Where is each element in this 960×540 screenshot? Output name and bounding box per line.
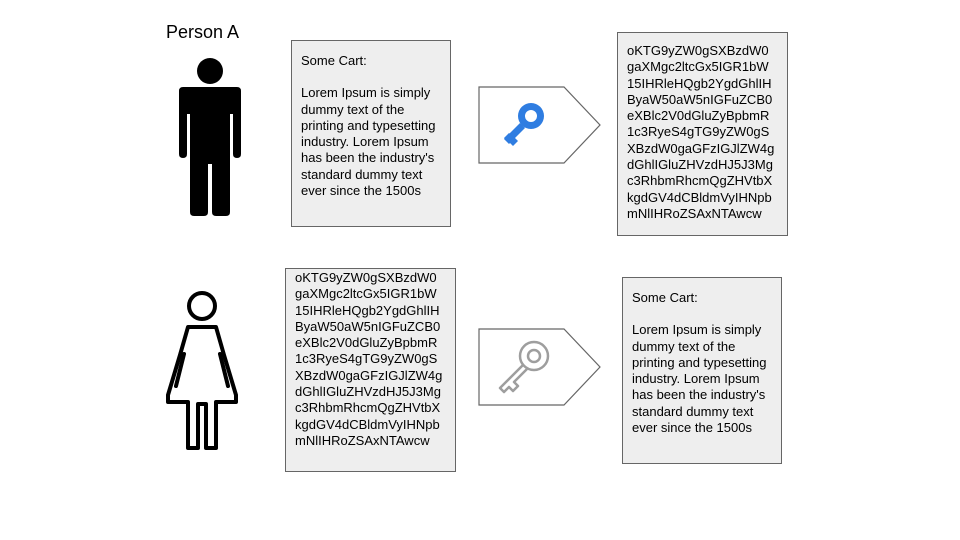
- ciphertext-box-top: oKTG9yZW0gSXBzdW0 gaXMgc2ltcGx5IGR1bW 15…: [617, 32, 788, 236]
- plaintext-title: Some Cart:: [301, 53, 367, 68]
- ciphertext-top-text: oKTG9yZW0gSXBzdW0 gaXMgc2ltcGx5IGR1bW 15…: [627, 43, 775, 221]
- plaintext-body: Lorem Ipsum is simply dummy text of the …: [301, 85, 436, 199]
- blue-key-icon: [504, 103, 544, 146]
- ciphertext-bottom-text: oKTG9yZW0gSXBzdW0 gaXMgc2ltcGx5IGR1bW 15…: [295, 270, 443, 448]
- person-a-label: Person A: [166, 22, 240, 42]
- woman-figure-icon: [166, 291, 238, 450]
- man-figure-icon: [179, 58, 241, 216]
- ciphertext-box-bottom: oKTG9yZW0gSXBzdW0 gaXMgc2ltcGx5IGR1bW 15…: [285, 268, 456, 472]
- plaintext-bottom-title: Some Cart:: [632, 290, 698, 305]
- gray-key-icon: [498, 340, 550, 394]
- plaintext-box-bottom: Some Cart: Lorem Ipsum is simply dummy t…: [622, 277, 782, 464]
- plaintext-bottom-body: Lorem Ipsum is simply dummy text of the …: [632, 322, 767, 436]
- plaintext-box-top: Some Cart: Lorem Ipsum is simply dummy t…: [291, 40, 451, 227]
